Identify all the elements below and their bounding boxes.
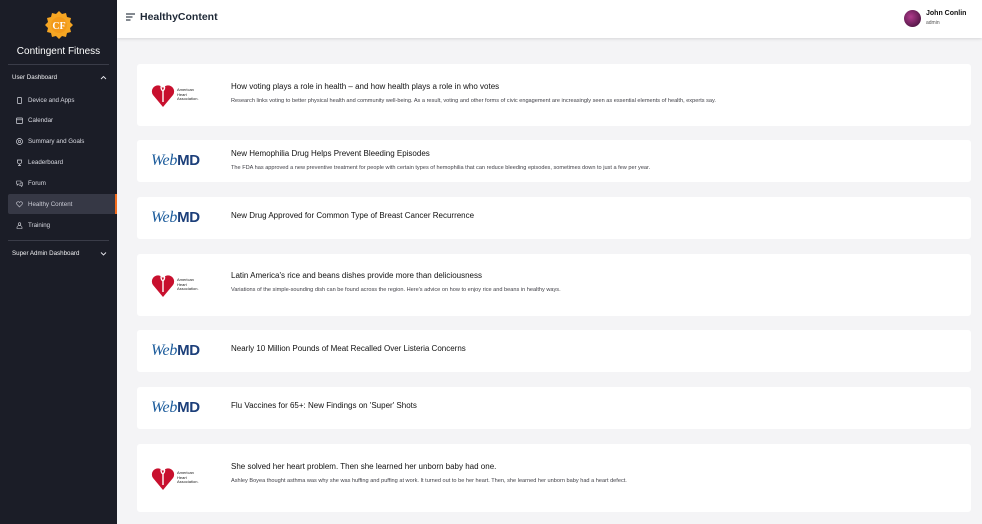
avatar[interactable] [904,10,921,27]
aha-logo-text-3: Association. [177,96,199,102]
heart-icon [16,201,23,207]
user-name[interactable]: John Conlin [926,10,966,17]
super-admin-dashboard-toggle[interactable]: Super Admin Dashboard [0,246,117,260]
brand-name: Contingent Fitness [16,46,101,57]
webmd-logo-md: MD [177,342,200,359]
sidebar-item-label: Leaderboard [28,158,64,166]
sidebar-item-label: Training [28,221,51,229]
article-card[interactable]: American Heart Association. Latin Americ… [137,254,971,316]
trophy-icon [17,159,22,166]
sidebar: CF Contingent Fitness User Dashboard Dev… [0,0,117,524]
sidebar-item-label: Calendar [28,116,54,124]
article-card[interactable]: American Heart Association. She solved h… [137,444,971,512]
user-role: admin [926,20,940,26]
article-description: The FDA has approved a new preventive tr… [231,165,651,171]
heart-torch-icon [151,272,175,297]
aha-logo: American Heart Association. [151,444,213,512]
aha-logo: American Heart Association. [151,254,213,316]
article-description: Research links voting to better physical… [231,98,716,104]
chevron-up-icon [100,75,107,79]
article-title[interactable]: Flu Vaccines for 65+: New Findings on 'S… [231,401,417,410]
sidebar-divider [8,64,109,65]
menu-icon[interactable] [126,13,135,21]
aha-logo-text-3: Association. [177,479,199,485]
calendar-icon [16,117,23,124]
device-icon [17,96,22,104]
sidebar-item-label: Device and Apps [28,96,75,104]
article-title[interactable]: New Drug Approved for Common Type of Bre… [231,211,474,220]
target-icon [16,137,23,145]
sidebar-item-label: Summary and Goals [28,137,85,145]
sidebar-item-device-and-apps[interactable]: Device and Apps [8,90,117,110]
article-description: Variations of the simple-sounding dish c… [231,287,561,293]
page-title: HealthyContent [140,11,218,23]
brand-logo-icon: CF [44,11,73,39]
webmd-logo-md: MD [177,209,200,226]
heart-torch-icon [151,82,175,107]
webmd-logo: WebMD [151,140,213,182]
article-title[interactable]: Latin America's rice and beans dishes pr… [231,271,482,280]
sidebar-item-training[interactable]: Training [8,215,117,235]
aha-logo: American Heart Association. [151,64,213,126]
heart-torch-icon [151,465,175,490]
webmd-logo: WebMD [151,387,213,429]
webmd-logo-md: MD [177,152,200,169]
article-title[interactable]: New Hemophilia Drug Helps Prevent Bleedi… [231,149,430,158]
sidebar-item-leaderboard[interactable]: Leaderboard [8,152,117,172]
article-description: Ashley Boyea thought asthma was why she … [231,478,627,484]
forum-icon [16,180,23,187]
top-header: HealthyContent John Conlin admin [117,0,982,38]
brand-logo-wrap: CF [0,10,117,40]
sidebar-item-calendar[interactable]: Calendar [8,110,117,130]
chevron-down-icon [100,251,107,256]
super-admin-dashboard-label: Super Admin Dashboard [12,249,80,257]
sidebar-item-healthy-content[interactable]: Healthy Content [8,194,117,214]
user-dashboard-label: User Dashboard [12,73,58,81]
webmd-logo-md: MD [177,399,200,416]
user-dashboard-toggle[interactable]: User Dashboard [0,70,117,84]
article-card[interactable]: WebMD New Hemophilia Drug Helps Prevent … [137,140,971,182]
article-card[interactable]: American Heart Association. How voting p… [137,64,971,126]
article-title[interactable]: Nearly 10 Million Pounds of Meat Recalle… [231,344,466,353]
sidebar-item-forum[interactable]: Forum [8,173,117,193]
aha-logo-text-3: Association. [177,286,199,292]
sidebar-item-label: Healthy Content [28,200,73,208]
article-title[interactable]: How voting plays a role in health – and … [231,82,499,91]
article-title[interactable]: She solved her heart problem. Then she l… [231,462,496,471]
webmd-logo-web: Web [151,342,178,359]
svg-text:CF: CF [52,21,65,32]
sidebar-divider [8,240,109,241]
sidebar-item-summary-and-goals[interactable]: Summary and Goals [8,131,117,151]
article-card[interactable]: WebMD Nearly 10 Million Pounds of Meat R… [137,330,971,372]
training-icon [16,221,23,229]
webmd-logo-web: Web [151,399,178,416]
webmd-logo-web: Web [151,152,178,169]
webmd-logo: WebMD [151,330,213,372]
webmd-logo: WebMD [151,197,213,239]
article-card[interactable]: WebMD New Drug Approved for Common Type … [137,197,971,239]
webmd-logo-web: Web [151,209,178,226]
article-card[interactable]: WebMD Flu Vaccines for 65+: New Findings… [137,387,971,429]
sidebar-item-label: Forum [28,179,46,187]
